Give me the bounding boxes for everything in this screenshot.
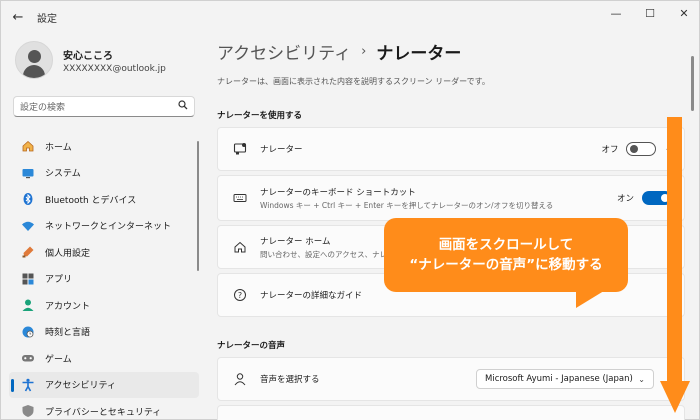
breadcrumb-separator: › — [361, 44, 367, 59]
narrator-icon — [232, 141, 248, 157]
voice-dropdown[interactable]: Microsoft Ayumi - Japanese (Japan) ⌄ — [476, 369, 654, 389]
sidebar-item-gaming[interactable]: ゲーム — [9, 345, 199, 372]
keyboard-icon — [232, 190, 248, 206]
sidebar-scrollbar[interactable] — [197, 141, 199, 271]
svg-text:?: ? — [238, 291, 242, 300]
account-icon — [21, 298, 35, 312]
user-profile[interactable]: 安心こころ XXXXXXXX@outlook.jp — [15, 41, 166, 79]
minimize-button[interactable]: — — [599, 1, 633, 25]
sidebar-item-home[interactable]: ホーム — [9, 133, 199, 160]
page-description: ナレーターは、画面に表示された内容を説明するスクリーン リーダーです。 — [217, 77, 490, 86]
close-button[interactable]: ✕ — [667, 1, 700, 25]
narrator-toggle-row[interactable]: ナレーター オフ ⌄ — [217, 127, 685, 171]
maximize-icon: ☐ — [645, 6, 655, 20]
search-input[interactable]: 設定の検索 — [13, 96, 195, 117]
sidebar-item-apps[interactable]: アプリ — [9, 266, 199, 293]
scroll-down-arrow-icon — [660, 381, 690, 413]
chevron-down-icon: ⌄ — [638, 374, 645, 384]
voice-select-title: 音声を選択する — [260, 375, 320, 385]
narrator-toggle[interactable] — [626, 142, 657, 156]
gamepad-icon — [21, 351, 35, 365]
narrator-toggle-label: オフ — [601, 145, 619, 155]
shortcut-subtitle: Windows キー + Ctrl キー + Enter キーを押してナレーター… — [260, 200, 554, 210]
scroll-down-arrow-shaft — [667, 117, 682, 382]
sidebar-item-personalization[interactable]: 個人用設定 — [9, 239, 199, 266]
sidebar-nav: ホーム システム Bluetooth とデバイス ネットワークとインターネット … — [9, 133, 199, 420]
voice-dropdown-value: Microsoft Ayumi - Japanese (Japan) — [485, 374, 633, 384]
back-arrow-icon: ← — [12, 9, 24, 25]
profile-name: 安心こころ — [63, 50, 113, 62]
sidebar-item-privacy[interactable]: プライバシーとセキュリティ — [9, 398, 199, 420]
brush-icon — [21, 245, 35, 259]
sidebar-item-system[interactable]: システム — [9, 160, 199, 187]
search-icon — [178, 100, 188, 113]
avatar — [15, 41, 53, 79]
wifi-icon — [21, 219, 35, 233]
next-settings-row[interactable] — [217, 405, 685, 420]
sidebar-item-accessibility[interactable]: アクセシビリティ — [9, 371, 199, 398]
shortcut-title: ナレーターのキーボード ショートカット — [260, 187, 416, 198]
sidebar-item-bluetooth[interactable]: Bluetooth とデバイス — [9, 186, 199, 213]
app-title: 設定 — [37, 13, 57, 25]
narrator-title: ナレーター — [260, 145, 303, 155]
bluetooth-icon — [21, 192, 35, 206]
close-icon: ✕ — [679, 6, 689, 20]
keyboard-shortcut-row[interactable]: ナレーターのキーボード ショートカット Windows キー + Ctrl キー… — [217, 175, 685, 221]
sidebar-item-network[interactable]: ネットワークとインターネット — [9, 213, 199, 240]
shortcut-toggle-label: オン — [616, 194, 634, 204]
search-placeholder: 設定の検索 — [20, 103, 66, 113]
globe-clock-icon — [21, 325, 35, 339]
person-icon — [232, 371, 248, 387]
window-controls: — ☐ ✕ — [599, 1, 700, 25]
apps-icon — [21, 272, 35, 286]
breadcrumb-parent[interactable]: アクセシビリティ — [217, 39, 351, 64]
sidebar-item-accounts[interactable]: アカウント — [9, 292, 199, 319]
house-icon — [232, 239, 248, 255]
help-circle-icon: ? — [232, 287, 248, 303]
shield-icon — [21, 404, 35, 418]
main-scrollbar[interactable] — [691, 56, 694, 111]
section-title-voice: ナレーターの音声 — [217, 341, 286, 351]
home-icon — [21, 139, 35, 153]
voice-select-row[interactable]: 音声を選択する Microsoft Ayumi - Japanese (Japa… — [217, 357, 685, 401]
title-bar: ← 設定 — ☐ ✕ — [1, 1, 700, 33]
instruction-callout: 画面をスクロールして “ナレーターの音声”に移動する — [384, 218, 628, 292]
minimize-icon: — — [610, 6, 622, 20]
system-icon — [21, 166, 35, 180]
accessibility-icon — [21, 378, 35, 392]
profile-email: XXXXXXXX@outlook.jp — [63, 63, 166, 74]
settings-window: ← 設定 — ☐ ✕ 安心こころ XXXXXXXX@outlook.jp 設定の… — [0, 0, 700, 420]
callout-line-1: 画面をスクロールして — [438, 237, 574, 253]
section-title-use: ナレーターを使用する — [217, 111, 303, 121]
sidebar-item-time-language[interactable]: 時刻と言語 — [9, 319, 199, 346]
back-button[interactable]: ← — [3, 2, 33, 32]
breadcrumb: アクセシビリティ › ナレーター — [217, 39, 461, 64]
callout-line-2: “ナレーターの音声”に移動する — [409, 257, 603, 273]
page-title: ナレーター — [376, 44, 462, 64]
maximize-button[interactable]: ☐ — [633, 1, 667, 25]
